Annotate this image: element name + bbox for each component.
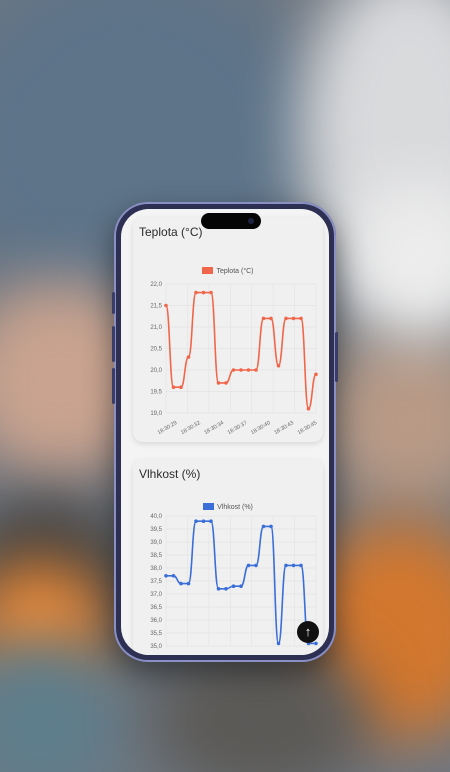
temperature-x-tick-label: 18:30:43: [273, 420, 295, 436]
humidity-y-tick-label: 38,5: [150, 553, 162, 559]
humidity-data-point: [216, 587, 221, 591]
temperature-data-point: [299, 316, 303, 321]
humidity-data-point: [284, 563, 288, 568]
humidity-y-tick-label: 36,5: [150, 605, 162, 611]
temperature-y-tick-label: 20,0: [150, 368, 162, 374]
humidity-data-point: [231, 584, 236, 588]
humidity-data-point: [171, 574, 176, 578]
humidity-data-point: [299, 563, 303, 568]
temperature-data-point: [284, 316, 288, 321]
temperature-x-tick-label: 18:30:37: [227, 420, 249, 436]
humidity-data-point: [291, 563, 296, 568]
humidity-y-tick-label: 35,0: [150, 644, 162, 650]
temperature-y-tick-label: 21,5: [150, 304, 162, 310]
humidity-data-point: [261, 524, 266, 529]
humidity-data-point: [186, 581, 191, 586]
humidity-data-point: [224, 587, 228, 591]
temperature-x-tick-label: 18:30:34: [203, 420, 225, 436]
humidity-y-tick-label: 37,0: [150, 592, 162, 598]
temperature-data-point: [269, 316, 273, 321]
humidity-y-tick-label: 36,0: [150, 618, 162, 624]
humidity-data-point: [254, 563, 258, 568]
humidity-y-tick-label: 39,0: [150, 540, 162, 546]
temperature-data-point: [171, 385, 176, 389]
temperature-card: Teplota (°C) Teplota (°C) 22,0 21,5 21,0 20…: [133, 217, 323, 442]
temperature-x-tick-label: 18:30:45: [297, 420, 319, 436]
temperature-data-point: [209, 290, 213, 295]
humidity-y-tick-label: 38,0: [150, 566, 162, 572]
humidity-data-point: [164, 574, 168, 578]
temperature-data-point: [194, 290, 198, 295]
temperature-x-tick-label: 18:30:32: [180, 420, 202, 436]
temperature-data-point: [164, 303, 168, 308]
temperature-data-point: [216, 381, 221, 385]
temperature-y-tick-label: 19,5: [150, 390, 162, 396]
humidity-y-tick-label: 35,5: [150, 631, 162, 637]
humidity-y-tick-label: 40,0: [150, 514, 162, 520]
arrow-up-icon: ↑: [304, 624, 312, 639]
temperature-data-point: [306, 406, 311, 411]
temperature-x-tick-label: 18:30:40: [250, 420, 272, 436]
temperature-data-point: [179, 385, 183, 389]
humidity-data-point: [209, 519, 213, 523]
phone-mockup: Teplota (°C) Teplota (°C) 22,0 21,5 21,0 20…: [112, 202, 338, 662]
temperature-data-point: [276, 363, 281, 368]
temperature-data-point: [186, 355, 191, 359]
humidity-chart: 40,0 39,5 39,0 38,5 38,0 37,5 37,0 36,5 36,0 35,5…: [150, 514, 318, 650]
temperature-y-tick-label: 20,5: [150, 347, 162, 353]
humidity-y-tick-label: 37,5: [150, 579, 162, 585]
humidity-data-point: [201, 519, 206, 523]
humidity-y-tick-label: 39,5: [150, 527, 162, 533]
temperature-y-tick-label: 21,0: [150, 325, 162, 331]
temperature-data-point: [314, 372, 318, 377]
temperature-x-tick-label: 18:30:29: [157, 420, 179, 436]
temperature-data-point: [254, 368, 258, 372]
temperature-chart: 22,021,521,020,520,019,519,018:30:29 18:3…: [150, 282, 319, 436]
scroll-to-top-button[interactable]: ↑: [297, 621, 319, 643]
humidity-data-point: [246, 563, 251, 568]
temperature-data-point: [201, 290, 206, 295]
temperature-data-point: [231, 368, 236, 372]
phone-screen: Teplota (°C) Teplota (°C) 22,0 21,5 21,0 20…: [121, 209, 329, 655]
humidity-data-point: [179, 581, 183, 586]
temperature-y-tick-label: 22,0: [150, 282, 162, 288]
humidity-data-point: [314, 641, 318, 646]
temperature-y-tick-label: 19,0: [150, 411, 162, 417]
humidity-card: Vlhkost (%) Vlhkost (%) 40,0 39,5 39,0 38,5…: [133, 459, 323, 655]
temperature-data-point: [291, 316, 296, 321]
humidity-data-point: [276, 641, 281, 646]
temperature-data-point: [246, 368, 251, 372]
humidity-data-point: [269, 524, 273, 529]
dynamic-island: [201, 213, 261, 229]
humidity-data-point: [194, 519, 198, 523]
temperature-data-point: [224, 381, 228, 385]
humidity-data-point: [239, 584, 243, 588]
temperature-data-point: [239, 368, 243, 372]
temperature-data-point: [261, 316, 266, 321]
